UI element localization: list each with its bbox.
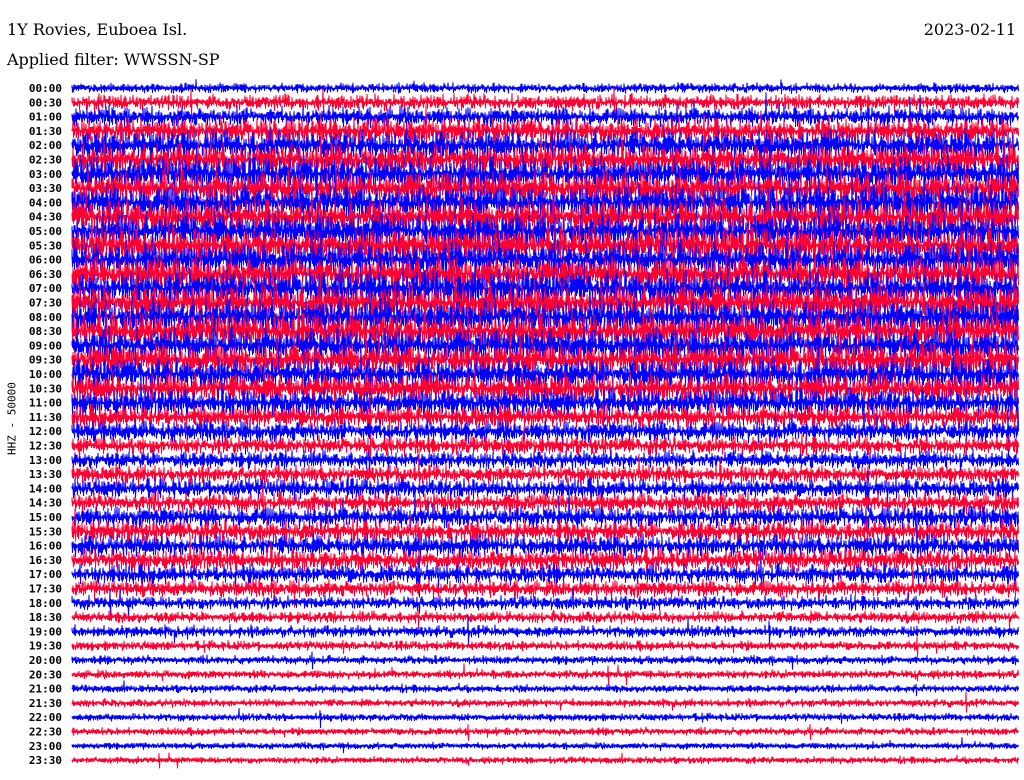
time-label: 09:00 bbox=[29, 339, 62, 352]
trace-2030 bbox=[71, 663, 1019, 686]
time-label: 21:30 bbox=[29, 697, 62, 710]
trace-1830 bbox=[71, 609, 1019, 629]
time-label: 04:30 bbox=[29, 211, 62, 224]
trace-2000 bbox=[71, 651, 1019, 670]
trace-2200 bbox=[71, 708, 1019, 729]
time-label: 17:30 bbox=[29, 583, 62, 596]
time-label: 02:00 bbox=[29, 139, 62, 152]
time-label: 22:30 bbox=[29, 726, 62, 739]
time-label: 06:00 bbox=[29, 254, 62, 267]
time-label: 07:00 bbox=[29, 282, 62, 295]
time-label: 03:00 bbox=[29, 168, 62, 181]
time-label: 16:30 bbox=[29, 554, 62, 567]
time-label: 06:30 bbox=[29, 268, 62, 281]
time-label: 15:30 bbox=[29, 525, 62, 538]
trace-2230 bbox=[71, 724, 1019, 741]
time-label: 08:00 bbox=[29, 311, 62, 324]
time-label: 11:30 bbox=[29, 411, 62, 424]
time-label: 16:00 bbox=[29, 540, 62, 553]
time-label: 11:00 bbox=[29, 397, 62, 410]
time-label: 04:00 bbox=[29, 196, 62, 209]
time-label: 05:00 bbox=[29, 225, 62, 238]
time-label: 20:30 bbox=[29, 668, 62, 681]
time-label: 14:00 bbox=[29, 482, 62, 495]
trace-1930 bbox=[71, 636, 1019, 658]
trace-2100 bbox=[71, 680, 1019, 697]
time-label: 20:00 bbox=[29, 654, 62, 667]
time-label: 19:00 bbox=[29, 625, 62, 638]
trace-2330 bbox=[71, 752, 1019, 769]
trace-2300 bbox=[71, 737, 1019, 754]
time-label: 09:30 bbox=[29, 354, 62, 367]
time-label: 05:30 bbox=[29, 239, 62, 252]
time-label: 00:30 bbox=[29, 96, 62, 109]
trace-0000 bbox=[71, 79, 1019, 95]
time-label: 07:30 bbox=[29, 297, 62, 310]
time-label: 15:00 bbox=[29, 511, 62, 524]
time-label: 10:00 bbox=[29, 368, 62, 381]
time-label: 19:30 bbox=[29, 640, 62, 653]
time-label: 01:00 bbox=[29, 111, 62, 124]
time-label: 13:30 bbox=[29, 468, 62, 481]
time-label: 00:00 bbox=[29, 82, 62, 95]
time-label: 14:30 bbox=[29, 497, 62, 510]
time-label: 03:30 bbox=[29, 182, 62, 195]
time-label: 22:00 bbox=[29, 711, 62, 724]
time-label: 12:30 bbox=[29, 440, 62, 453]
time-label: 18:00 bbox=[29, 597, 62, 610]
helicorder-plot: 00:0000:30 01:0001:3002:00 02:3003:0003:30… bbox=[29, 79, 1019, 769]
time-label: 23:00 bbox=[29, 740, 62, 753]
time-label: 08:30 bbox=[29, 325, 62, 338]
time-label: 10:30 bbox=[29, 382, 62, 395]
time-label: 01:30 bbox=[29, 125, 62, 138]
time-label: 18:30 bbox=[29, 611, 62, 624]
time-label: 21:00 bbox=[29, 683, 62, 696]
trace-2130 bbox=[71, 691, 1019, 713]
time-label: 23:30 bbox=[29, 754, 62, 767]
time-label: 12:00 bbox=[29, 425, 62, 438]
time-label: 02:30 bbox=[29, 154, 62, 167]
time-label: 13:00 bbox=[29, 454, 62, 467]
time-label: 17:00 bbox=[29, 568, 62, 581]
